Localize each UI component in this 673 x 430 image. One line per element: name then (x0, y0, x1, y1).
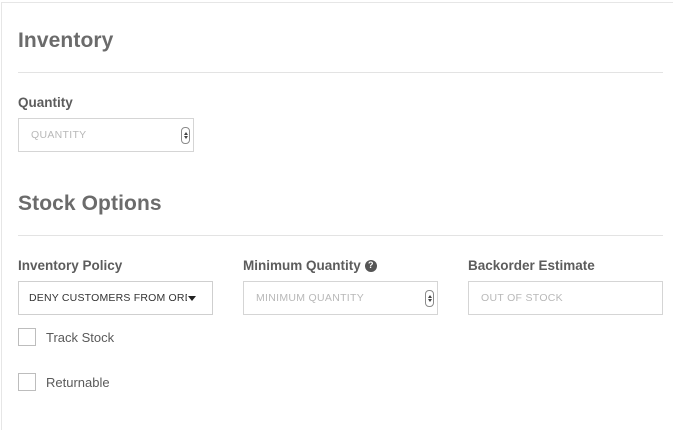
minimum-quantity-input[interactable] (244, 282, 437, 314)
inventory-policy-label: Inventory Policy (18, 258, 123, 273)
quantity-stepper[interactable] (181, 127, 190, 144)
backorder-estimate-field (468, 281, 663, 315)
stock-options-section-title: Stock Options (18, 192, 162, 215)
stepper-up-icon[interactable] (427, 295, 432, 298)
quantity-field (18, 118, 194, 152)
minimum-quantity-field (243, 281, 438, 315)
minimum-quantity-label-group: Minimum Quantity ? (243, 258, 377, 273)
stepper-down-icon[interactable] (183, 136, 188, 139)
track-stock-row[interactable]: Track Stock (18, 328, 114, 346)
section-divider (18, 235, 663, 236)
minimum-quantity-stepper[interactable] (425, 290, 434, 307)
inventory-panel: Inventory Quantity Stock Options Invento… (1, 2, 673, 430)
inventory-section-title: Inventory (18, 29, 114, 52)
quantity-input[interactable] (19, 119, 193, 151)
chevron-down-icon (188, 296, 196, 301)
returnable-label: Returnable (46, 374, 110, 390)
inventory-policy-value: DENY CUSTOMERS FROM ORDERING (29, 292, 187, 304)
returnable-row[interactable]: Returnable (18, 373, 110, 391)
track-stock-label: Track Stock (46, 329, 115, 345)
returnable-checkbox[interactable] (18, 373, 36, 391)
quantity-label: Quantity (18, 95, 73, 110)
question-circle-icon[interactable]: ? (364, 259, 377, 272)
stepper-up-icon[interactable] (183, 132, 188, 135)
backorder-estimate-input[interactable] (469, 282, 662, 314)
section-divider (18, 72, 663, 73)
stepper-down-icon[interactable] (427, 299, 432, 302)
track-stock-checkbox[interactable] (18, 328, 36, 346)
backorder-estimate-label: Backorder Estimate (468, 258, 595, 273)
minimum-quantity-label: Minimum Quantity (243, 258, 361, 273)
inventory-policy-select[interactable]: DENY CUSTOMERS FROM ORDERING (18, 281, 213, 315)
